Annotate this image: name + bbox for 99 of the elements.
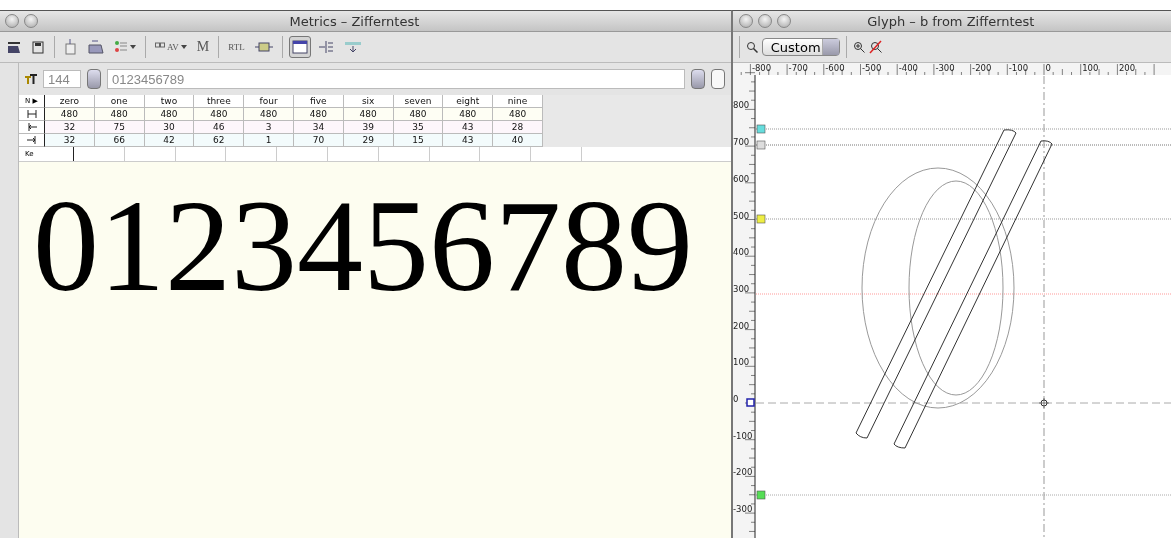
table-cell: 480: [144, 108, 195, 121]
search-icon: [745, 41, 758, 53]
close-button[interactable]: [738, 14, 753, 28]
column-header: eight: [443, 95, 494, 108]
table-cell: 29: [343, 134, 394, 147]
ruler-label: -600: [825, 63, 845, 73]
folder-icon: [7, 40, 21, 54]
guide-marker-icon[interactable]: [756, 214, 766, 224]
table-cell: 43: [443, 121, 494, 134]
table-cell: 62: [194, 134, 245, 147]
panel-icon: [291, 40, 308, 54]
table-cell: 34: [294, 121, 344, 134]
window-title: Metrics – Zifferntest: [288, 13, 421, 29]
guide-marker-icon[interactable]: [756, 140, 766, 150]
origin-marker-icon: [746, 398, 755, 407]
table-cell: 480: [244, 108, 294, 121]
table-cell: 39: [343, 121, 394, 134]
table-cell: 40: [493, 134, 543, 147]
ruler-label: -700: [788, 63, 808, 73]
ruler-label: -200: [732, 467, 753, 478]
ruler-label: -300: [935, 63, 955, 73]
column-header: nine: [493, 95, 543, 108]
zoom-in-icon[interactable]: [852, 41, 865, 53]
table-cell: 75: [94, 121, 145, 134]
column-header: three: [194, 95, 245, 108]
preview-text: 0123456789: [19, 162, 731, 538]
folder-icon: [88, 39, 104, 55]
ruler-label: -300: [732, 504, 753, 515]
table-cell: 1: [244, 134, 294, 147]
ruler-label: 0: [732, 394, 739, 404]
stepper[interactable]: [690, 69, 705, 89]
ruler-label: -100: [732, 430, 753, 441]
table-cell: 480: [343, 108, 394, 121]
column-header: six: [343, 95, 394, 108]
table-cell: 46: [194, 121, 245, 134]
table-cell: 3: [244, 121, 294, 134]
table-cell: 480: [45, 108, 95, 121]
ruler-label: -400: [898, 63, 918, 73]
table-cell: 42: [144, 134, 195, 147]
ruler-label: 600: [732, 173, 749, 184]
column-header: zero: [45, 95, 95, 108]
minimize-button[interactable]: [757, 14, 772, 28]
guide-marker-icon[interactable]: [756, 490, 766, 500]
table-cell: 66: [94, 134, 145, 147]
ruler-label: -500: [861, 63, 882, 73]
table-cell: 480: [493, 108, 543, 121]
ruler-label: 400: [732, 247, 749, 258]
crossed-zoom-icon[interactable]: [868, 40, 883, 54]
sample-text-field[interactable]: 0123456789: [107, 69, 685, 89]
table-cell: 480: [393, 108, 444, 121]
ruler-label: 200: [732, 320, 749, 331]
table-cell: 480: [294, 108, 344, 121]
column-header: one: [94, 95, 145, 108]
size-field[interactable]: 144: [43, 70, 81, 88]
table-cell: 480: [194, 108, 245, 121]
stepper[interactable]: [710, 69, 725, 89]
ruler-label: 0: [1045, 63, 1051, 73]
zoom-select[interactable]: Custom: [761, 38, 840, 56]
toolbar-button[interactable]: RTL: [225, 36, 248, 58]
ruler-label: 200: [1118, 63, 1135, 73]
ruler-label: -800: [751, 63, 771, 73]
font-size-icon: [25, 74, 37, 84]
ruler-label: 700: [732, 137, 749, 148]
table-cell: 43: [443, 134, 494, 147]
ruler-label: 500: [732, 210, 749, 221]
table-cell: 15: [393, 134, 444, 147]
stepper[interactable]: [87, 69, 101, 89]
ruler-label: -100: [1008, 63, 1028, 73]
column-header: two: [144, 95, 195, 108]
ruler-label: 100: [1081, 63, 1099, 73]
table-cell: 28: [493, 121, 543, 134]
ruler-label: 300: [732, 283, 749, 294]
table-cell: 70: [294, 134, 344, 147]
ruler-label: 100: [732, 357, 749, 368]
toolbar-button[interactable]: M: [193, 36, 213, 58]
column-header: four: [244, 95, 294, 108]
table-cell: 480: [94, 108, 145, 121]
spacing-icon: [343, 41, 362, 53]
bar-icon: [254, 41, 273, 53]
guide-marker-icon[interactable]: [756, 124, 766, 134]
origin-point-icon: [1038, 397, 1050, 409]
minimize-button[interactable]: [5, 14, 19, 28]
list-icon: [114, 40, 128, 54]
column-header: seven: [393, 95, 444, 108]
toolbar-button[interactable]: [288, 36, 311, 58]
ruler-label: 800: [732, 100, 749, 111]
table-cell: 480: [443, 108, 494, 121]
toolbar-button[interactable]: AV: [152, 36, 190, 58]
table-cell: 32: [45, 121, 95, 134]
zoom-button[interactable]: [24, 14, 38, 28]
window-title: Glyph – b from Zifferntest: [866, 13, 1036, 29]
zoom-button[interactable]: [776, 14, 791, 28]
table-cell: 32: [45, 134, 95, 147]
column-header: five: [294, 95, 344, 108]
document-icon: [64, 39, 78, 55]
table-cell: 35: [393, 121, 444, 134]
insert-icon: [317, 40, 334, 54]
ruler-label: -200: [971, 63, 992, 73]
table-cell: 30: [144, 121, 195, 134]
